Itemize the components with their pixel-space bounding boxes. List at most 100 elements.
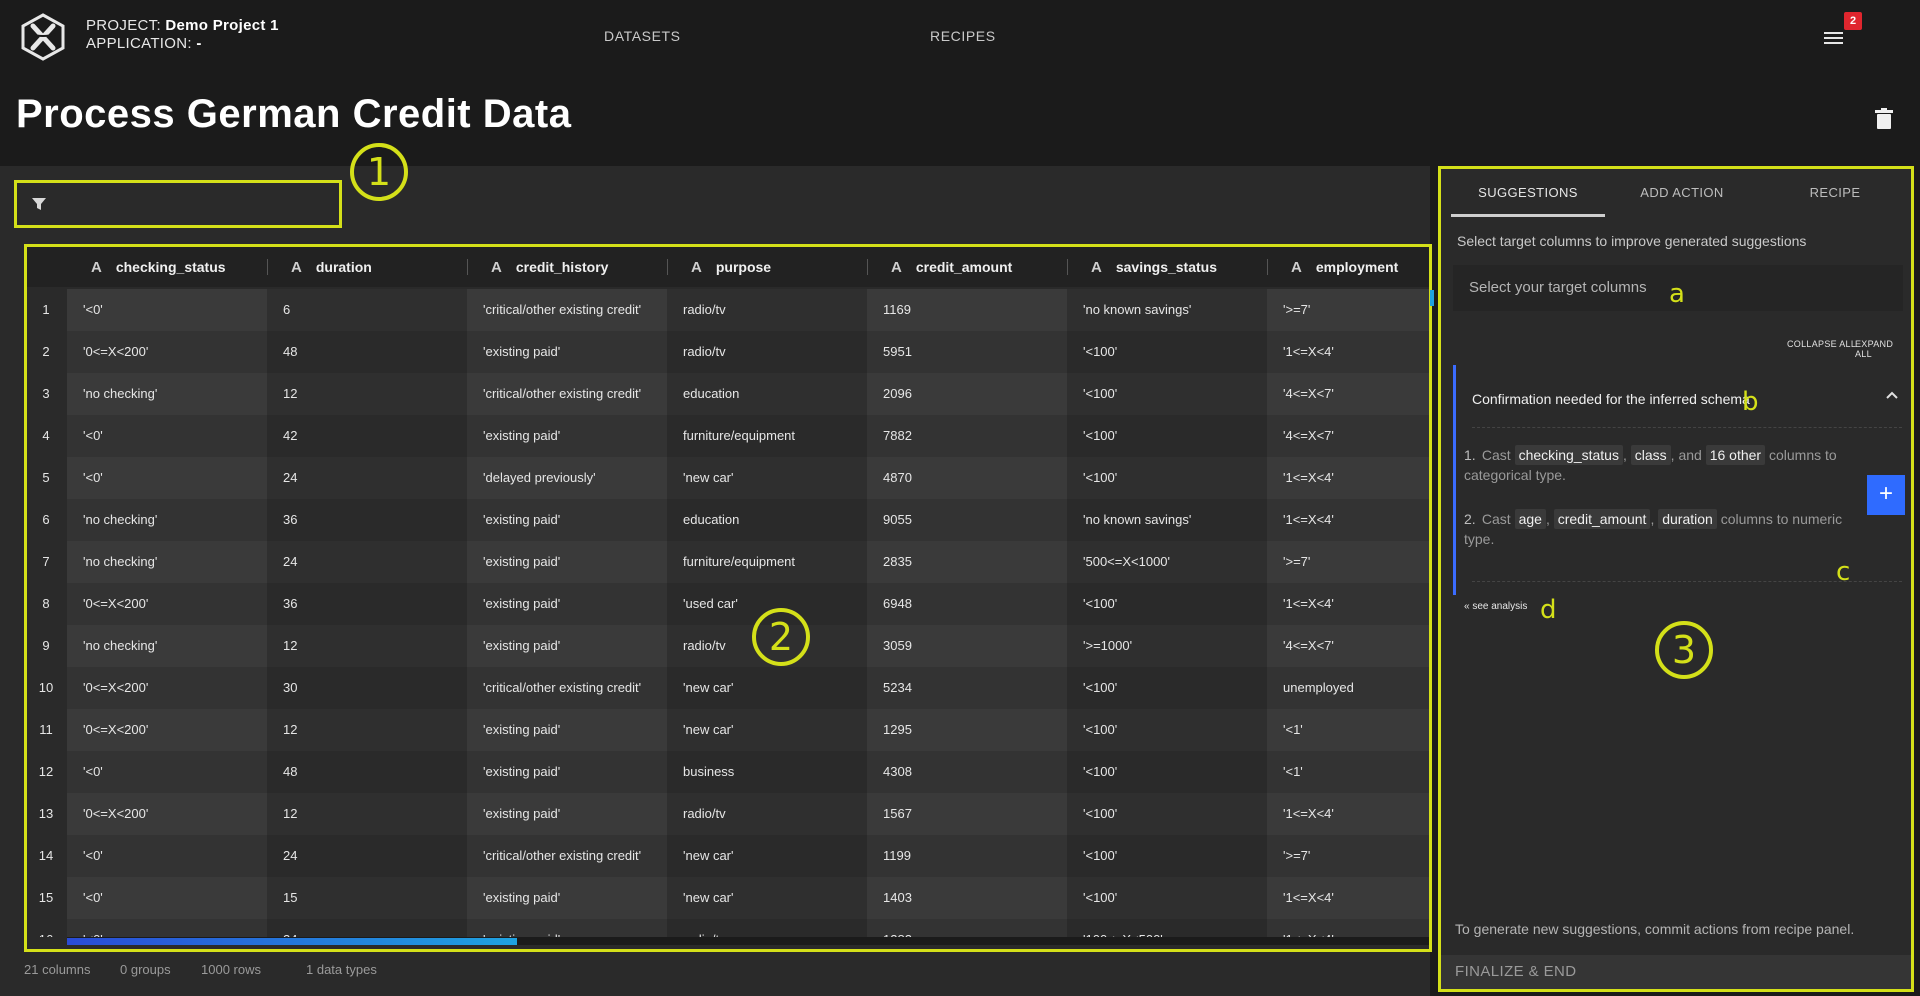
table-cell[interactable]: 6948 xyxy=(867,583,1067,625)
table-cell[interactable]: 1295 xyxy=(867,709,1067,751)
table-cell[interactable]: '<100' xyxy=(1067,709,1267,751)
table-row[interactable]: 4 '<0' 42'existing paid' furniture/equipmen… xyxy=(27,415,1429,457)
table-cell[interactable]: 1169 xyxy=(867,289,1067,331)
table-row[interactable]: 8'0<=X<200' 36'existing paid''used car' 69… xyxy=(27,583,1429,625)
table-row[interactable]: 12 '<0' 48'existing paid' business 4308 '<100… xyxy=(27,751,1429,793)
table-cell[interactable]: 12 xyxy=(267,373,467,415)
column-separator[interactable] xyxy=(1067,259,1068,275)
suggestion-title[interactable]: Confirmation needed for the inferred sch… xyxy=(1472,391,1750,407)
table-cell[interactable]: education xyxy=(667,373,867,415)
table-cell[interactable]: 'no checking' xyxy=(67,499,267,541)
table-cell[interactable]: business xyxy=(667,751,867,793)
table-cell[interactable]: 2835 xyxy=(867,541,1067,583)
table-cell[interactable]: 15 xyxy=(267,877,467,919)
tab-suggestions[interactable]: SUGGESTIONS xyxy=(1451,169,1605,217)
table-cell[interactable]: 7882 xyxy=(867,415,1067,457)
column-header[interactable]: Aduration xyxy=(291,247,372,287)
table-cell[interactable]: '1<=X<4' xyxy=(1267,793,1429,835)
table-cell[interactable]: 'new car' xyxy=(667,457,867,499)
column-header[interactable]: Aemployment xyxy=(1291,247,1398,287)
finalize-end-button[interactable]: FINALIZE & END xyxy=(1441,955,1911,989)
table-cell[interactable]: 42 xyxy=(267,415,467,457)
table-row[interactable]: 10 '0<=X<200' 30'critical/other existing c… xyxy=(27,667,1429,709)
table-cell[interactable]: 24 xyxy=(267,457,467,499)
table-cell[interactable]: 'existing paid' xyxy=(467,751,667,793)
table-cell[interactable]: 'existing paid' xyxy=(467,793,667,835)
table-cell[interactable]: '1<=X<4' xyxy=(1267,583,1429,625)
column-type-icon[interactable]: A xyxy=(691,248,702,288)
table-cell[interactable]: 4308 xyxy=(867,751,1067,793)
table-cell[interactable]: '1<=X<4' xyxy=(1267,457,1429,499)
table-cell[interactable]: 24 xyxy=(267,835,467,877)
table-cell[interactable]: '>=7' xyxy=(1267,835,1429,877)
table-cell[interactable]: 1403 xyxy=(867,877,1067,919)
tab-recipe[interactable]: RECIPE xyxy=(1759,169,1911,217)
table-cell[interactable]: radio/tv xyxy=(667,289,867,331)
table-cell[interactable]: '<1' xyxy=(1267,751,1429,793)
add-suggestion-button[interactable]: + xyxy=(1867,475,1905,515)
table-cell[interactable]: 'no known savings' xyxy=(1067,289,1267,331)
table-cell[interactable]: '<100' xyxy=(1067,835,1267,877)
table-cell[interactable]: 30 xyxy=(267,667,467,709)
notification-badge[interactable]: 2 xyxy=(1844,12,1862,30)
column-separator[interactable] xyxy=(1267,259,1268,275)
table-cell[interactable]: 'existing paid' xyxy=(467,877,667,919)
table-cell[interactable]: radio/tv xyxy=(667,919,867,937)
column-header[interactable]: Achecking_status xyxy=(91,247,226,287)
table-cell[interactable]: '1<=X<4' xyxy=(1267,499,1429,541)
table-cell[interactable]: 1567 xyxy=(867,793,1067,835)
table-cell[interactable]: 36 xyxy=(267,583,467,625)
table-cell[interactable]: 2096 xyxy=(867,373,1067,415)
expand-all-button[interactable]: EXPAND ALL xyxy=(1855,339,1911,359)
table-cell[interactable]: 'no checking' xyxy=(67,373,267,415)
table-cell[interactable]: 3059 xyxy=(867,625,1067,667)
table-cell[interactable]: '500<=X<1000' xyxy=(1067,541,1267,583)
table-cell[interactable]: '<100' xyxy=(1067,331,1267,373)
table-cell[interactable]: 12 xyxy=(267,625,467,667)
table-cell[interactable]: 'critical/other existing credit' xyxy=(467,289,667,331)
filter-input[interactable] xyxy=(14,180,342,228)
table-cell[interactable]: '0<=X<200' xyxy=(67,583,267,625)
table-cell[interactable]: 'critical/other existing credit' xyxy=(467,373,667,415)
table-cell[interactable]: '1<=X<4' xyxy=(1267,919,1429,937)
column-type-icon[interactable]: A xyxy=(491,248,502,288)
table-row[interactable]: 5 '<0' 24'delayed previously''new car' 4870… xyxy=(27,457,1429,499)
table-cell[interactable]: '<100' xyxy=(1067,877,1267,919)
table-cell[interactable]: '<0' xyxy=(67,457,267,499)
column-separator[interactable] xyxy=(867,259,868,275)
app-logo-icon[interactable] xyxy=(18,12,68,62)
table-cell[interactable]: radio/tv xyxy=(667,793,867,835)
nav-datasets[interactable]: DATASETS xyxy=(604,28,681,44)
table-cell[interactable]: 'existing paid' xyxy=(467,499,667,541)
table-row[interactable]: 1 '<0' 6'critical/other existing credit' ra… xyxy=(27,289,1429,331)
table-cell[interactable]: '<0' xyxy=(67,877,267,919)
table-cell[interactable]: '<100' xyxy=(1067,793,1267,835)
see-analysis-link[interactable]: « see analysis xyxy=(1464,601,1527,612)
table-cell[interactable]: 24 xyxy=(267,541,467,583)
table-cell[interactable]: 5951 xyxy=(867,331,1067,373)
table-cell[interactable]: 12 xyxy=(267,709,467,751)
column-header[interactable]: Acredit_history xyxy=(491,247,608,287)
table-cell[interactable]: '<0' xyxy=(67,835,267,877)
table-cell[interactable]: '<0' xyxy=(67,415,267,457)
table-cell[interactable]: '0<=X<200' xyxy=(67,331,267,373)
table-cell[interactable]: 'no checking' xyxy=(67,541,267,583)
table-cell[interactable]: unemployed xyxy=(1267,667,1429,709)
table-cell[interactable]: '<100' xyxy=(1067,373,1267,415)
table-cell[interactable]: 'no checking' xyxy=(67,625,267,667)
table-row[interactable]: 15 '<0' 15'existing paid''new car' 1403 '<10… xyxy=(27,877,1429,919)
table-row[interactable]: 13 '0<=X<200' 12'existing paid' radio/tv 156… xyxy=(27,793,1429,835)
column-header[interactable]: Apurpose xyxy=(691,247,771,287)
table-cell[interactable]: 'critical/other existing credit' xyxy=(467,835,667,877)
column-separator[interactable] xyxy=(667,259,668,275)
horizontal-scrollbar[interactable] xyxy=(67,937,1429,945)
suggestion-item-2[interactable]: 2. Cast age, credit_amount, duration col… xyxy=(1464,509,1874,549)
nav-recipes[interactable]: RECIPES xyxy=(930,28,996,44)
table-cell[interactable]: '>=7' xyxy=(1267,541,1429,583)
table-cell[interactable]: furniture/equipment xyxy=(667,541,867,583)
column-type-icon[interactable]: A xyxy=(91,248,102,288)
table-row[interactable]: 14 '<0' 24'critical/other existing credit'… xyxy=(27,835,1429,877)
table-cell[interactable]: '0<=X<200' xyxy=(67,793,267,835)
table-cell[interactable]: 'existing paid' xyxy=(467,625,667,667)
table-cell[interactable]: 1199 xyxy=(867,835,1067,877)
